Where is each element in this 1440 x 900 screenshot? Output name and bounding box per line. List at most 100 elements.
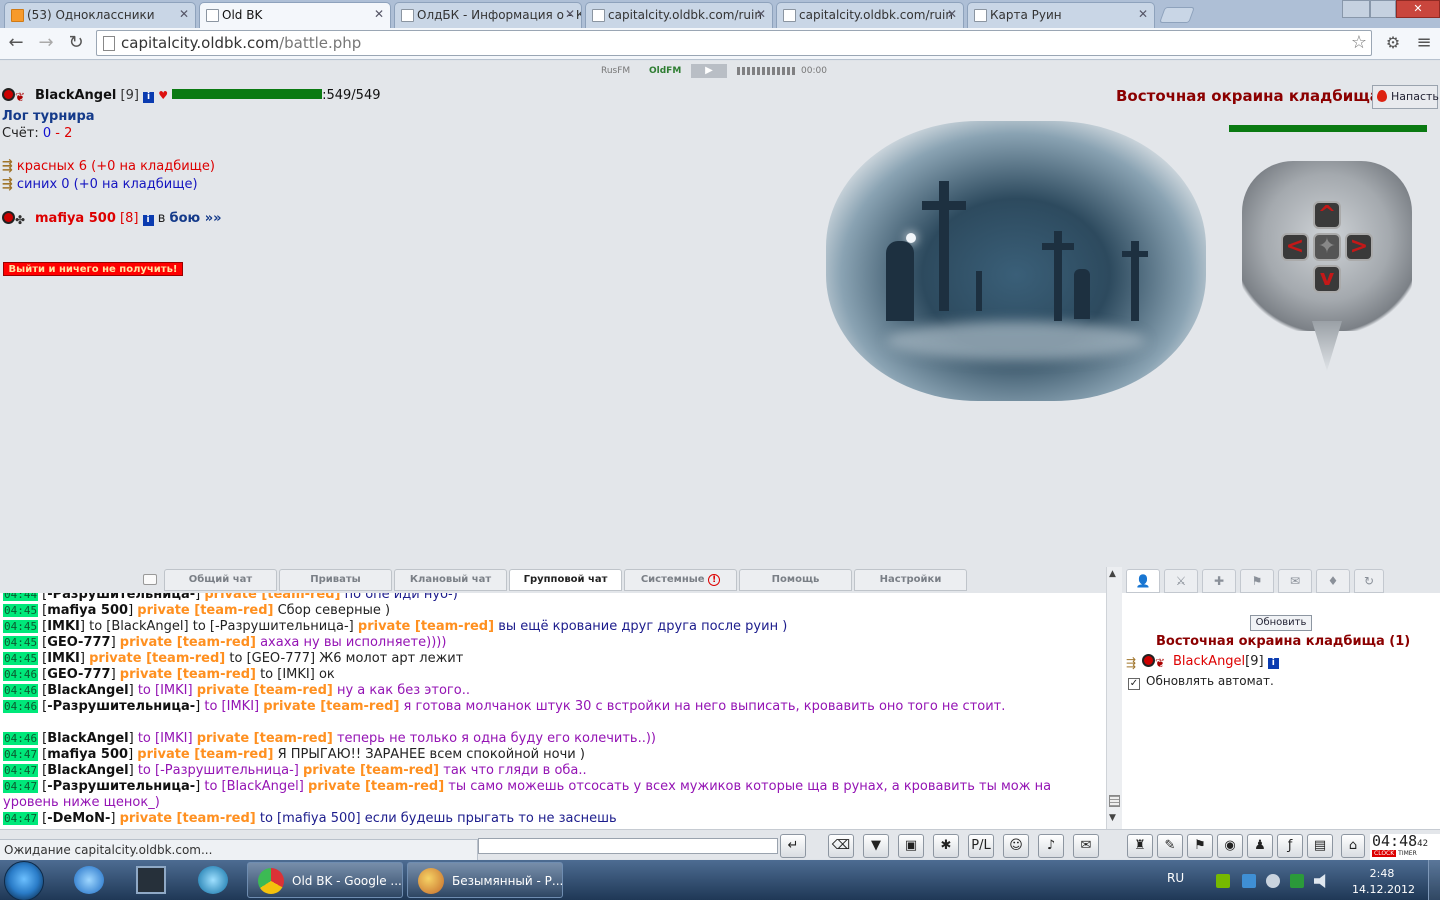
- message-author[interactable]: BlackAngel: [47, 731, 128, 746]
- clan-icon[interactable]: [2, 88, 15, 101]
- message-author[interactable]: BlackAngel: [47, 763, 128, 778]
- reload-icon[interactable]: ↻: [64, 32, 88, 56]
- extension-icon[interactable]: ⚙: [1381, 32, 1405, 56]
- message-author[interactable]: IMKI: [47, 651, 80, 666]
- task-chrome[interactable]: Old BK - Google ...: [247, 862, 403, 898]
- browser-tab-ruin-1[interactable]: capitalcity.oldbk.com/ruin ✕: [585, 2, 773, 28]
- move-left-icon[interactable]: <: [1281, 233, 1309, 261]
- tab-6-icon[interactable]: ♦: [1316, 569, 1350, 593]
- tab-close-icon[interactable]: ✕: [1138, 7, 1148, 21]
- action-icon[interactable]: ✱: [933, 834, 959, 858]
- maximize-button[interactable]: [1370, 0, 1396, 18]
- message-author[interactable]: GEO-777: [47, 667, 110, 682]
- send-message-icon[interactable]: ↵: [780, 834, 806, 858]
- message-author[interactable]: -Разрушительница-: [47, 593, 195, 602]
- bookmark-star-icon[interactable]: ☆: [1351, 32, 1367, 53]
- message-recipient[interactable]: to [IMKI]: [138, 683, 193, 698]
- tab-2-icon[interactable]: ⚔: [1164, 569, 1198, 593]
- filter-icon[interactable]: ▼: [863, 834, 889, 858]
- clan-flag-icon[interactable]: ⚑: [1187, 834, 1213, 858]
- tray-icon[interactable]: [1242, 874, 1256, 888]
- volume-tray-icon[interactable]: [1314, 874, 1326, 888]
- radio-oldfm[interactable]: OldFM: [649, 66, 681, 76]
- tab-close-icon[interactable]: ✕: [947, 7, 957, 21]
- attack-button[interactable]: Напасть: [1372, 85, 1439, 109]
- exit-door-icon[interactable]: ⌂: [1341, 834, 1365, 858]
- room-user[interactable]: ⇶ ❦ BlackAngel[9] i: [1126, 654, 1279, 670]
- tray-icon[interactable]: [1266, 874, 1280, 888]
- info-icon[interactable]: i: [143, 92, 155, 103]
- chat-scrollbar[interactable]: ▲ ▼: [1106, 567, 1122, 829]
- tab-4-icon[interactable]: ⚑: [1240, 569, 1274, 593]
- tab-close-icon[interactable]: ✕: [179, 7, 189, 21]
- volume-slider[interactable]: [737, 67, 797, 75]
- auto-refresh-checkbox[interactable]: ✓: [1128, 678, 1140, 690]
- message-author[interactable]: -Разрушительница-: [47, 779, 195, 794]
- tab-clan-chat[interactable]: Клановый чат: [394, 569, 507, 591]
- language-indicator[interactable]: RU: [1167, 871, 1184, 885]
- media-player-icon[interactable]: [198, 866, 228, 894]
- wrench-menu-icon[interactable]: ≡: [1412, 32, 1436, 56]
- users-tab-icon[interactable]: 👤: [1126, 569, 1160, 593]
- message-author[interactable]: GEO-777: [47, 635, 110, 650]
- scroll-down-icon[interactable]: ▼: [1109, 813, 1116, 823]
- save-log-icon[interactable]: ▣: [898, 834, 924, 858]
- message-recipient[interactable]: to [-Разрушительница-]: [138, 763, 299, 778]
- media-center-icon[interactable]: [136, 866, 166, 894]
- tab-close-icon[interactable]: ✕: [565, 7, 575, 21]
- scroll-up-icon[interactable]: ▲: [1109, 569, 1116, 579]
- new-tab-button[interactable]: [1159, 7, 1195, 23]
- message-author[interactable]: -Разрушительница-: [47, 699, 195, 714]
- tab-3-icon[interactable]: ✚: [1202, 569, 1236, 593]
- message-author[interactable]: -DeMoN-: [47, 811, 110, 826]
- enemy-nick[interactable]: mafiya 500: [35, 211, 116, 226]
- tab-general-chat[interactable]: Общий чат: [164, 569, 277, 591]
- message-author[interactable]: BlackAngel: [47, 683, 128, 698]
- player-nick[interactable]: BlackAngel: [35, 88, 116, 103]
- scroll-icon[interactable]: ✎: [1157, 834, 1183, 858]
- refresh-button[interactable]: Обновить: [1250, 615, 1312, 631]
- tab-close-icon[interactable]: ✕: [374, 7, 384, 21]
- tab-5-icon[interactable]: ✉: [1278, 569, 1312, 593]
- tab-group-chat[interactable]: Групповой чат: [509, 569, 622, 591]
- message-recipient[interactable]: to [BlackAngel]: [204, 779, 304, 794]
- room-user-nick[interactable]: BlackAngel: [1173, 654, 1245, 669]
- browser-tab-odnoklassniki[interactable]: (53) Одноклассники ✕: [4, 2, 196, 28]
- tab-7-icon[interactable]: ↻: [1354, 569, 1384, 593]
- helmet-icon[interactable]: ◉: [1217, 834, 1243, 858]
- group-icon[interactable]: ♟: [1247, 834, 1273, 858]
- internet-explorer-icon[interactable]: [74, 866, 104, 894]
- browser-tab-ruin-2[interactable]: capitalcity.oldbk.com/ruin ✕: [776, 2, 964, 28]
- timer-label[interactable]: TIMER: [1398, 850, 1417, 857]
- move-right-icon[interactable]: >: [1345, 233, 1373, 261]
- tab-system[interactable]: Системные !: [624, 569, 737, 591]
- address-bar[interactable]: capitalcity.oldbk.com/battle.php ☆: [96, 30, 1372, 56]
- inventory-icon[interactable]: ♜: [1127, 834, 1153, 858]
- play-button[interactable]: ▶: [691, 64, 727, 78]
- browser-tab-info[interactable]: ОлдБК - Информация о - К ✕: [394, 2, 582, 28]
- move-up-icon[interactable]: ^: [1313, 201, 1341, 229]
- tournament-log-link[interactable]: Лог турнира: [2, 109, 95, 124]
- message-author[interactable]: IMKI: [47, 619, 80, 634]
- exit-button[interactable]: Выйти и ничего не получить!: [3, 262, 183, 276]
- move-down-icon[interactable]: v: [1313, 265, 1341, 293]
- chat-message-input[interactable]: [478, 838, 778, 854]
- start-button[interactable]: [4, 861, 44, 900]
- message-recipient[interactable]: to [IMKI]: [204, 699, 259, 714]
- show-desktop-button[interactable]: [1428, 860, 1440, 900]
- info-icon[interactable]: i: [1267, 658, 1279, 669]
- tab-close-icon[interactable]: ✕: [756, 7, 766, 21]
- mail-icon[interactable]: ✉: [1073, 834, 1099, 858]
- sound-icon[interactable]: ♪: [1038, 834, 1064, 858]
- system-clock[interactable]: 2:48 14.12.2012: [1352, 866, 1415, 898]
- translit-icon[interactable]: P/L: [968, 834, 994, 858]
- message-recipient[interactable]: to [IMKI]: [138, 731, 193, 746]
- forum-icon[interactable]: ƒ: [1277, 834, 1303, 858]
- radio-rusfm[interactable]: RusFM: [601, 66, 630, 76]
- tab-settings[interactable]: Настройки: [854, 569, 967, 591]
- scroll-thumb[interactable]: [1109, 795, 1120, 807]
- browser-tab-ruin-map[interactable]: Карта Руин ✕: [967, 2, 1155, 28]
- message-recipient[interactable]: to [BlackAngel] to [-Разрушительница-]: [89, 619, 354, 634]
- message-author[interactable]: mafiya 500: [47, 603, 128, 618]
- forward-arrow-icon[interactable]: →: [34, 32, 58, 56]
